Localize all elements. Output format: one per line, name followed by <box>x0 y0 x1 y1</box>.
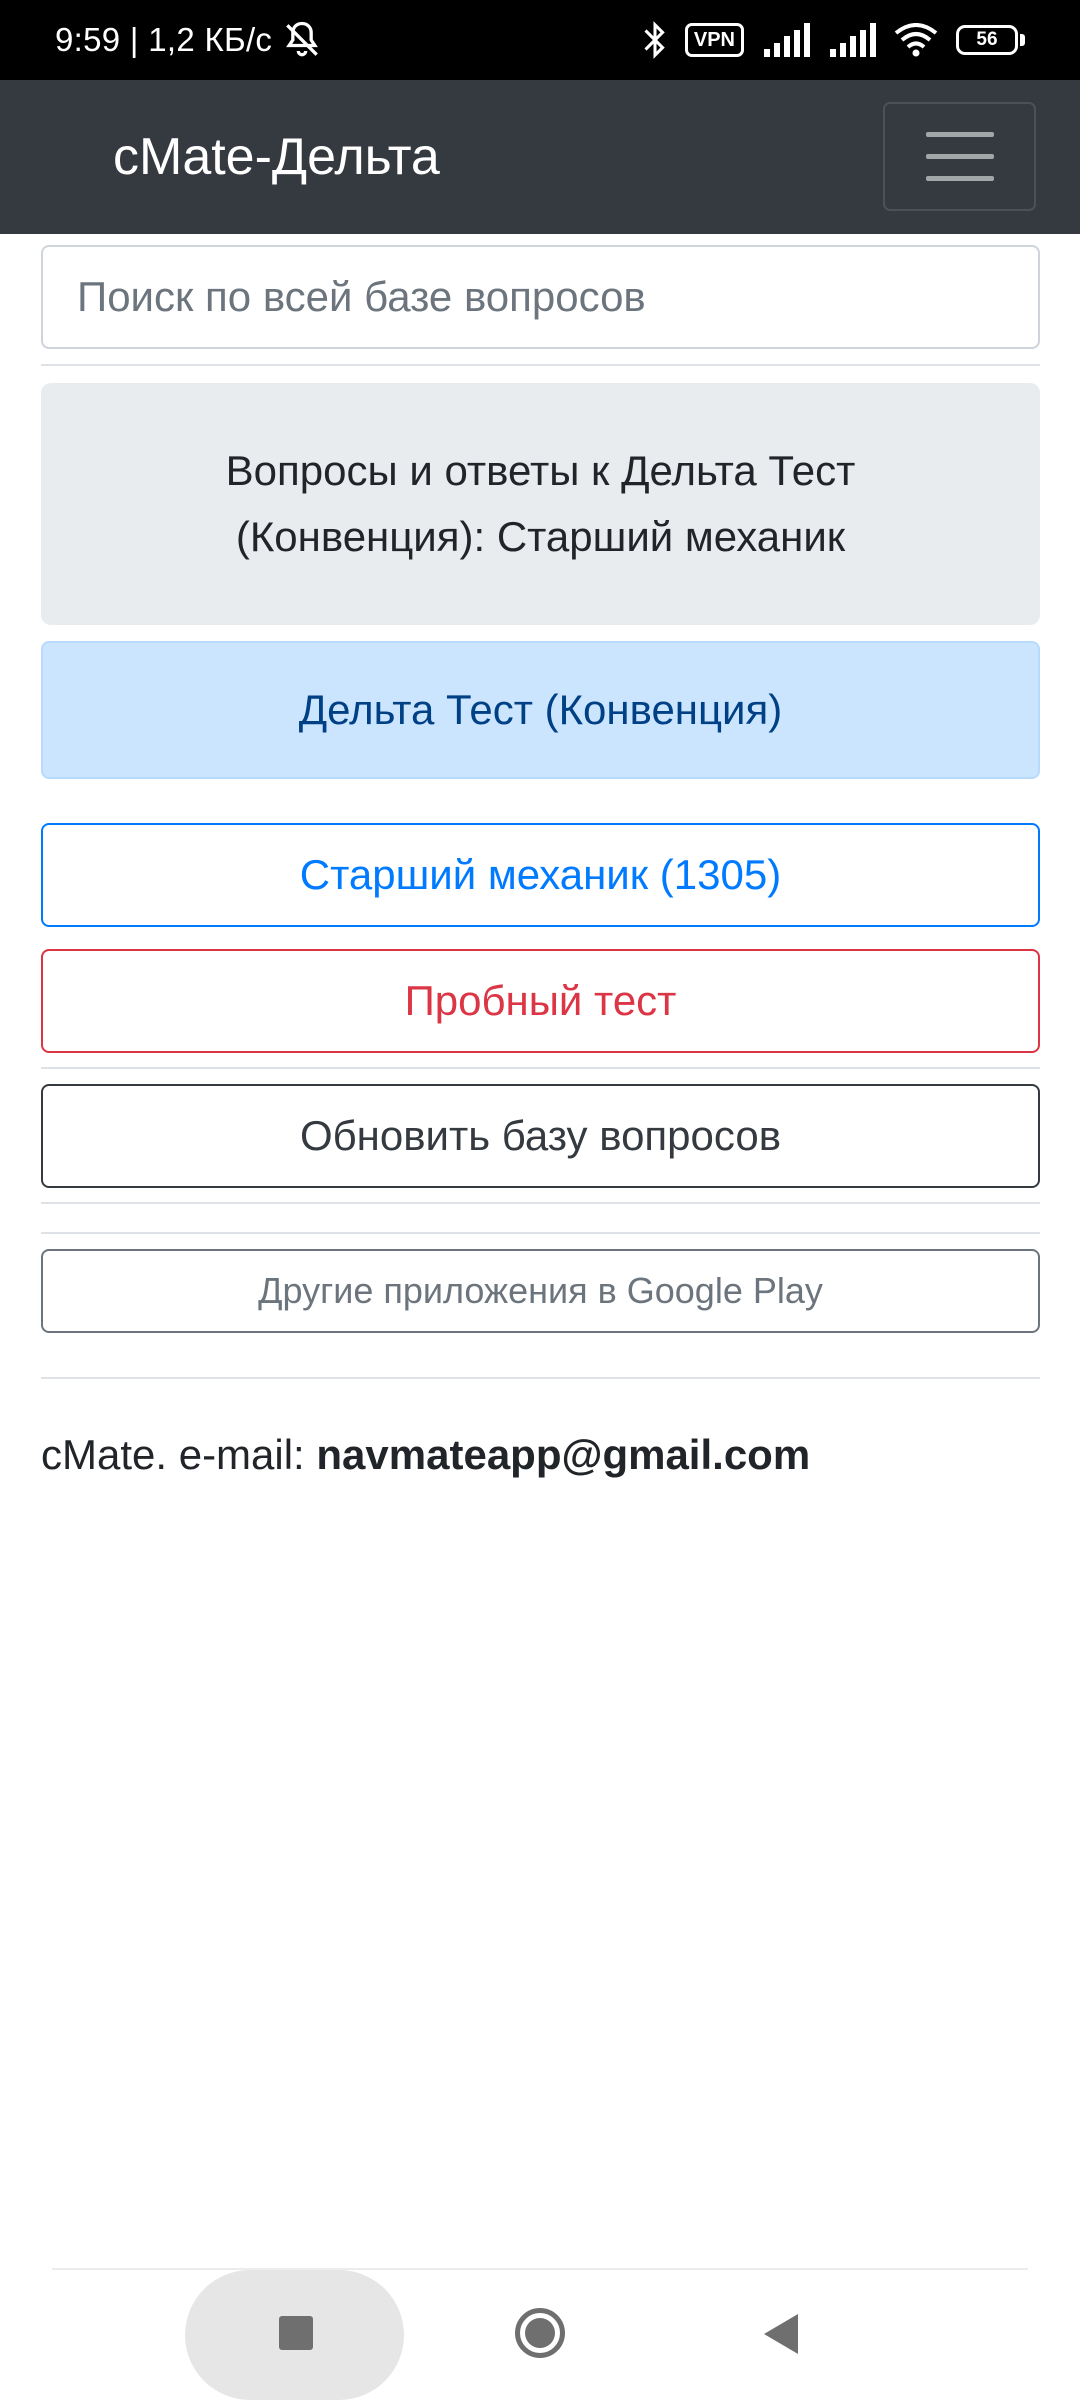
divider <box>41 1377 1040 1379</box>
status-right: VPN 56 <box>643 21 1025 59</box>
page-heading: Вопросы и ответы к Дельта Тест (Конвенци… <box>225 447 856 560</box>
app-brand[interactable]: cMate-Дельта <box>113 127 440 187</box>
status-bar: 9:59 | 1,2 КБ/с VPN 56 <box>0 0 1080 80</box>
divider <box>41 1232 1040 1234</box>
app-navbar: cMate-Дельта <box>0 80 1080 234</box>
divider <box>41 1202 1040 1204</box>
menu-bar <box>925 176 994 181</box>
hamburger-menu-icon[interactable] <box>883 102 1036 211</box>
menu-bar <box>925 154 994 159</box>
wifi-icon <box>894 23 938 57</box>
page-heading-box: Вопросы и ответы к Дельта Тест (Конвенци… <box>41 383 1040 625</box>
home-dot <box>525 2318 555 2348</box>
divider <box>41 1067 1040 1069</box>
status-time-speed: 9:59 | 1,2 КБ/с <box>55 21 273 58</box>
signal-icon <box>830 23 876 57</box>
home-icon[interactable] <box>515 2308 565 2358</box>
bell-muted-icon <box>286 21 319 57</box>
recent-apps-icon[interactable] <box>279 2316 313 2350</box>
menu-bar <box>925 132 994 137</box>
system-nav-divider <box>52 2268 1028 2270</box>
footer-email[interactable]: navmateapp@gmail.com <box>316 1431 810 1478</box>
signal-icon <box>764 23 810 57</box>
search-input[interactable] <box>41 245 1040 349</box>
battery-tip <box>1020 34 1025 46</box>
bluetooth-icon <box>644 21 665 59</box>
battery-level: 56 <box>956 25 1018 55</box>
back-icon[interactable] <box>760 2312 800 2356</box>
other-apps-button[interactable]: Другие приложения в Google Play <box>41 1249 1040 1333</box>
category-button[interactable]: Старший механик (1305) <box>41 823 1040 927</box>
vpn-icon: VPN <box>684 23 744 57</box>
divider <box>41 364 1040 366</box>
exam-alert: Дельта Тест (Конвенция) <box>41 641 1040 779</box>
trial-test-button[interactable]: Пробный тест <box>41 949 1040 1053</box>
update-database-button[interactable]: Обновить базу вопросов <box>41 1084 1040 1188</box>
footer-contact: cMate. e-mail: navmateapp@gmail.com <box>41 1431 810 1479</box>
battery-icon: 56 <box>956 25 1025 55</box>
footer-prefix: cMate. e-mail: <box>41 1431 317 1478</box>
status-left: 9:59 | 1,2 КБ/с <box>55 18 324 62</box>
